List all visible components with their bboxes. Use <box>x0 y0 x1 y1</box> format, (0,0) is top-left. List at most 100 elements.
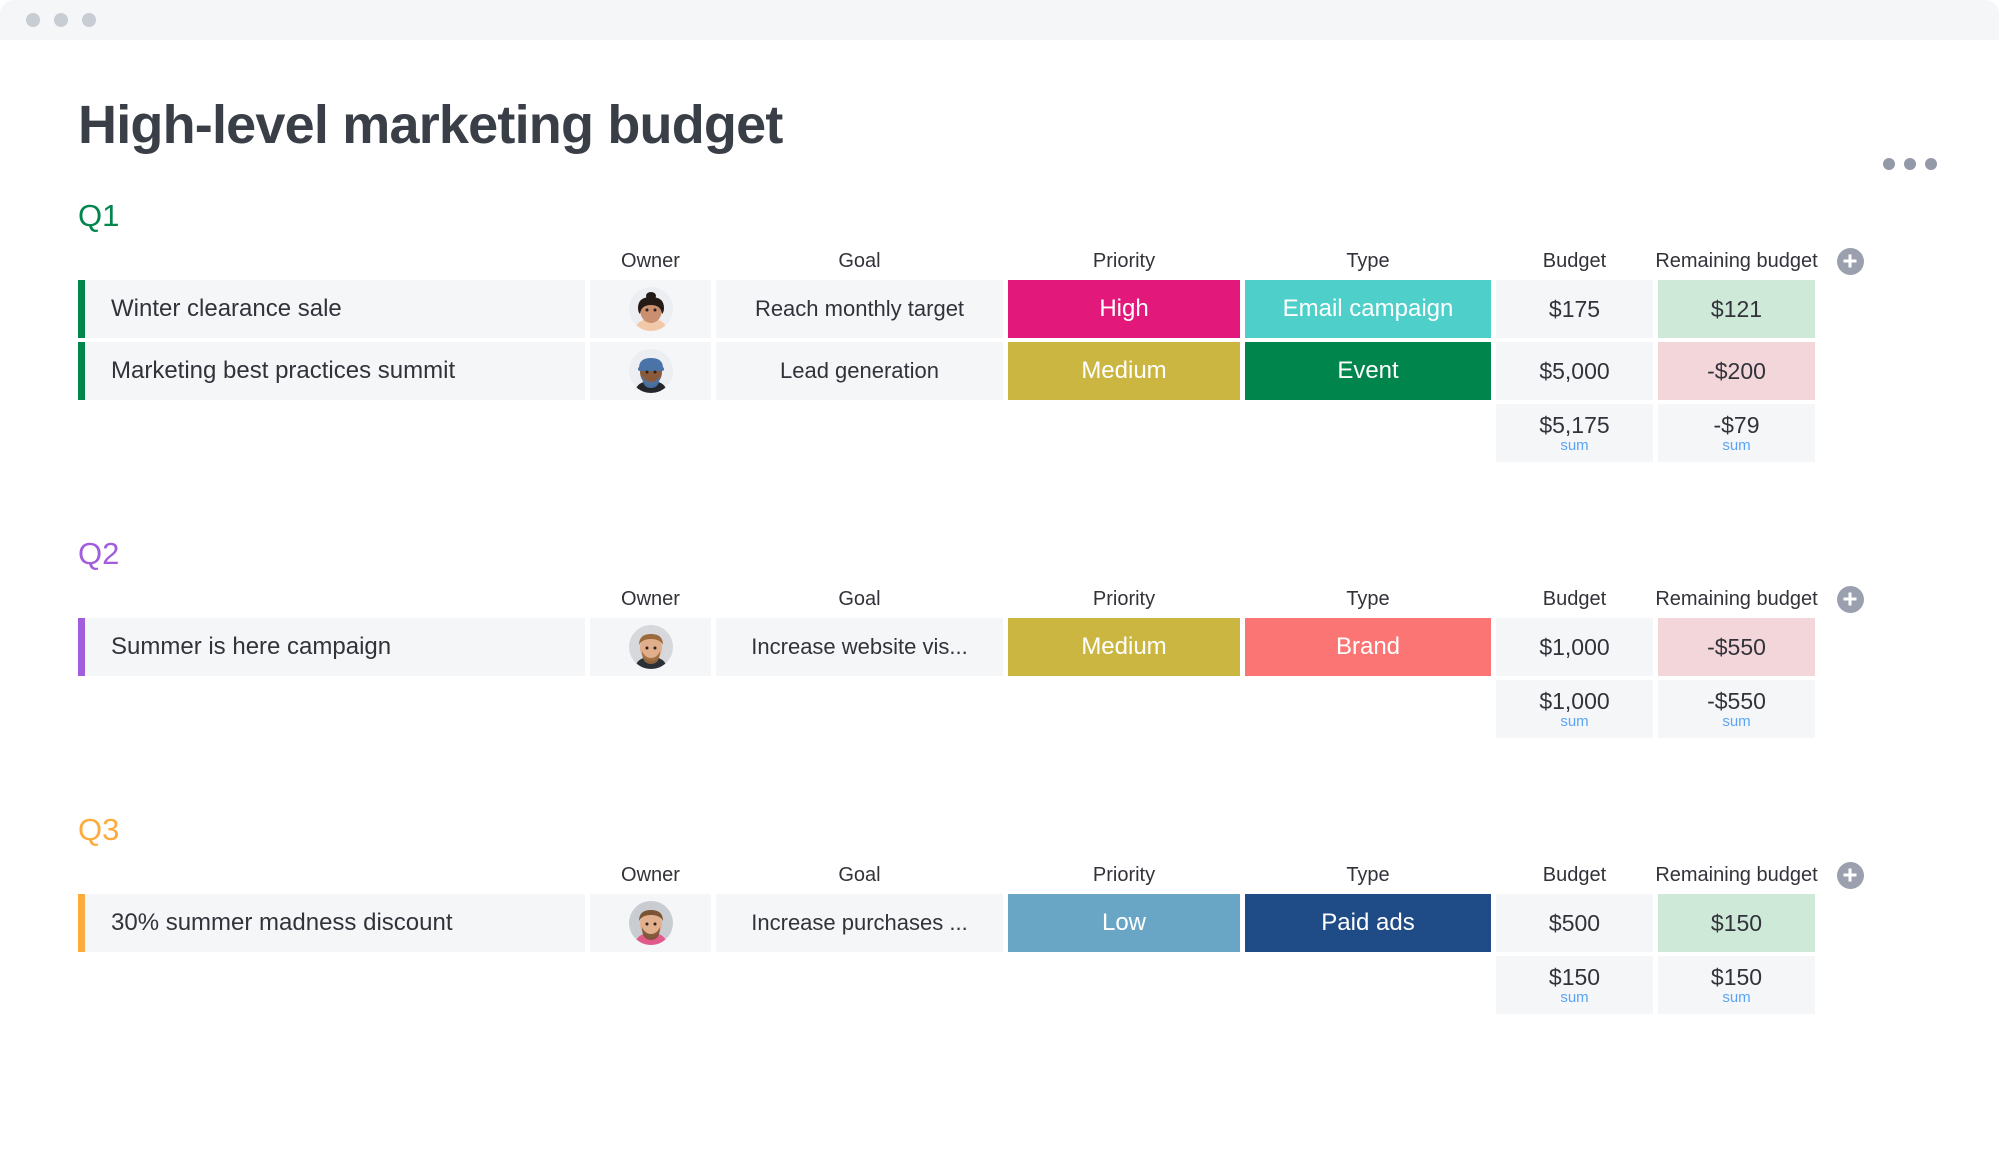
more-options-icon[interactable] <box>1883 158 1937 170</box>
column-header-type: Type <box>1346 249 1390 272</box>
row-name[interactable]: Winter clearance sale <box>85 280 585 338</box>
budget-cell[interactable]: $175 <box>1496 280 1653 338</box>
colorbar-head <box>78 580 85 618</box>
blank <box>590 404 711 462</box>
more-dot <box>1925 158 1937 170</box>
close-icon[interactable] <box>26 13 40 27</box>
column-header-remaining-budget: Remaining budget <box>1655 863 1818 886</box>
colhead-name <box>85 856 585 894</box>
column-header-owner: Owner <box>621 249 680 272</box>
row-name[interactable]: Summer is here campaign <box>85 618 585 676</box>
remaining-sum-cell: $150 sum <box>1658 956 1815 1014</box>
column-header-goal: Goal <box>838 863 881 886</box>
table-row[interactable]: Winter clearance sale Reach monthly targe… <box>0 280 1999 338</box>
gutter <box>0 618 78 676</box>
gap <box>1815 580 1820 618</box>
row-name[interactable]: Marketing best practices summit <box>85 342 585 400</box>
group-title[interactable]: Q3 <box>78 812 1999 848</box>
avatar-man-bald-beard <box>628 901 673 945</box>
gap <box>1815 856 1820 894</box>
add-column-button[interactable] <box>1836 861 1864 889</box>
budget-cell[interactable]: $5,000 <box>1496 342 1653 400</box>
budget-cell[interactable]: $500 <box>1496 894 1653 952</box>
blank <box>1008 680 1240 738</box>
row-trailing-blank <box>1820 618 1880 676</box>
colorbar-head <box>78 242 85 280</box>
gutter <box>0 342 78 400</box>
priority-pill[interactable]: Medium <box>1008 342 1240 400</box>
priority-pill[interactable]: High <box>1008 280 1240 338</box>
table-row[interactable]: 30% summer madness discount Increase purc… <box>0 894 1999 952</box>
avatar-man-blond-beard <box>628 625 673 669</box>
owner-cell[interactable] <box>590 280 711 338</box>
add-column-button[interactable] <box>1836 585 1864 613</box>
row-name[interactable]: 30% summer madness discount <box>85 894 585 952</box>
budget-cell[interactable]: $1,000 <box>1496 618 1653 676</box>
blank <box>1820 404 1880 462</box>
type-pill[interactable]: Email campaign <box>1245 280 1491 338</box>
remaining-budget-cell[interactable]: $121 <box>1658 280 1815 338</box>
blank <box>1245 404 1491 462</box>
gutter <box>0 280 78 338</box>
gutter <box>0 680 78 738</box>
gap <box>1815 242 1820 280</box>
colorbar-sum <box>78 404 85 462</box>
gutter <box>0 242 78 280</box>
remaining-sum-label: sum <box>1722 988 1751 1006</box>
row-trailing-blank <box>1820 894 1880 952</box>
type-pill[interactable]: Paid ads <box>1245 894 1491 952</box>
column-header-budget: Budget <box>1542 249 1607 272</box>
column-header-budget: Budget <box>1542 587 1607 610</box>
priority-pill[interactable]: Medium <box>1008 618 1240 676</box>
owner-cell[interactable] <box>590 618 711 676</box>
remaining-sum-value: -$550 <box>1707 687 1766 714</box>
owner-cell[interactable] <box>590 894 711 952</box>
goal-cell[interactable]: Increase purchases ... <box>716 894 1003 952</box>
remaining-sum-value: -$79 <box>1713 411 1760 438</box>
column-header-priority: Priority <box>1092 249 1156 272</box>
column-header-budget: Budget <box>1542 863 1607 886</box>
gutter <box>0 956 78 1014</box>
blank <box>85 404 585 462</box>
colhead-name <box>85 242 585 280</box>
blank <box>85 956 585 1014</box>
budget-sum-label: sum <box>1560 712 1589 730</box>
group-q2: Q2 Owner Goal Priority Type Budget Remaining b… <box>0 536 1999 792</box>
type-pill[interactable]: Event <box>1245 342 1491 400</box>
zoom-icon[interactable] <box>82 13 96 27</box>
remaining-budget-cell[interactable]: -$200 <box>1658 342 1815 400</box>
app-window: High-level marketing budget Q1 Owner Goal P… <box>0 0 1999 1157</box>
group-title[interactable]: Q2 <box>78 536 1999 572</box>
add-column-button[interactable] <box>1836 247 1864 275</box>
column-header-priority: Priority <box>1092 587 1156 610</box>
blank <box>716 680 1003 738</box>
goal-cell[interactable]: Reach monthly target <box>716 280 1003 338</box>
row-trailing-blank <box>1820 280 1880 338</box>
remaining-budget-cell[interactable]: $150 <box>1658 894 1815 952</box>
gutter <box>0 580 78 618</box>
blank <box>716 404 1003 462</box>
blank <box>1820 956 1880 1014</box>
goal-cell[interactable]: Lead generation <box>716 342 1003 400</box>
group-title[interactable]: Q1 <box>78 198 1999 234</box>
goal-cell[interactable]: Increase website vis... <box>716 618 1003 676</box>
table-row[interactable]: Summer is here campaign Increase website … <box>0 618 1999 676</box>
row-color-bar <box>78 342 85 400</box>
row-trailing-blank <box>1820 342 1880 400</box>
budget-sum-value: $1,000 <box>1539 687 1610 714</box>
blank <box>85 680 585 738</box>
priority-pill[interactable]: Low <box>1008 894 1240 952</box>
colorbar-head <box>78 856 85 894</box>
page-header: High-level marketing budget <box>0 40 1999 170</box>
table-row[interactable]: Marketing best practices summit Lead gene… <box>0 342 1999 400</box>
budget-sum-cell: $150 sum <box>1496 956 1653 1014</box>
type-pill[interactable]: Brand <box>1245 618 1491 676</box>
column-header-owner: Owner <box>621 863 680 886</box>
minimize-icon[interactable] <box>54 13 68 27</box>
owner-cell[interactable] <box>590 342 711 400</box>
avatar-woman-dark-hair <box>628 287 673 331</box>
remaining-budget-cell[interactable]: -$550 <box>1658 618 1815 676</box>
colorbar-sum <box>78 680 85 738</box>
budget-sum-cell: $5,175 sum <box>1496 404 1653 462</box>
